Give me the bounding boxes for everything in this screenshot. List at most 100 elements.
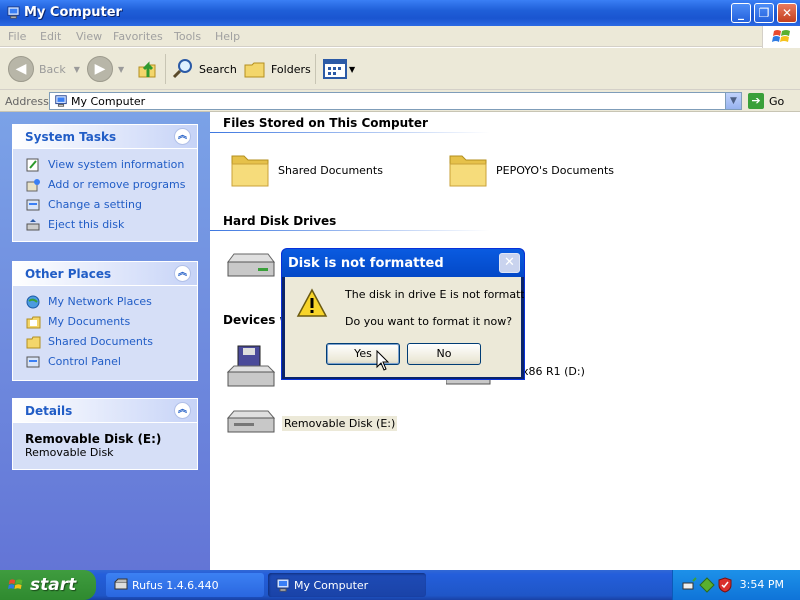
task-add-remove-programs[interactable]: Add or remove programs <box>13 175 197 195</box>
views-button[interactable]: ▼ <box>323 54 355 84</box>
up-arrow-folder-icon <box>138 61 156 78</box>
close-button[interactable]: ✕ <box>777 3 797 23</box>
forward-button[interactable]: ▶ ▼ <box>87 54 124 84</box>
views-dropdown-icon: ▼ <box>349 64 356 74</box>
my-computer-icon <box>276 578 290 592</box>
task-change-setting[interactable]: Change a setting <box>13 195 197 215</box>
address-label: Address <box>5 95 49 108</box>
dialog-message-line1: The disk in drive E is not formatted. <box>345 288 525 301</box>
other-places-header[interactable]: Other Places ︽ <box>13 262 197 286</box>
hard-disk-drive[interactable] <box>224 250 276 284</box>
warning-icon <box>296 288 328 317</box>
menu-edit[interactable]: Edit <box>40 30 61 43</box>
address-value: My Computer <box>71 95 146 108</box>
folder-icon <box>231 155 269 187</box>
taskbar: start Rufus 1.4.6.440 My Computer 3:54 P… <box>0 570 800 600</box>
section-files-stored: Files Stored on This Computer <box>223 116 428 130</box>
safely-remove-hardware-icon[interactable] <box>681 577 697 593</box>
other-places-panel: Other Places ︽ My Network Places My Docu… <box>12 261 198 381</box>
task-view-system-information[interactable]: View system information <box>13 155 197 175</box>
my-computer-icon <box>55 95 67 107</box>
clock[interactable]: 3:54 PM <box>740 578 784 591</box>
folders-button[interactable]: Folders <box>243 54 311 84</box>
menu-file[interactable]: File <box>8 30 26 43</box>
forward-arrow-icon: ▶ <box>87 56 113 82</box>
menu-help[interactable]: Help <box>215 30 240 43</box>
system-tray: 3:54 PM <box>672 570 800 600</box>
place-my-network-places[interactable]: My Network Places <box>13 292 197 312</box>
folder-user-documents[interactable]: PEPOYO's Documents <box>446 150 614 190</box>
menu-bar: File Edit View Favorites Tools Help <box>0 26 800 47</box>
task-pane: System Tasks ︽ View system information A… <box>0 112 210 570</box>
dialog-body: The disk in drive E is not formatted. Do… <box>285 277 524 377</box>
minimize-button[interactable]: _ <box>731 3 751 23</box>
windows-flag-icon <box>8 579 23 589</box>
folder-icon <box>449 155 487 187</box>
place-shared-documents[interactable]: Shared Documents <box>13 332 197 352</box>
menu-view[interactable]: View <box>76 30 102 43</box>
go-button[interactable]: ➔ Go <box>748 92 784 110</box>
back-dropdown-icon[interactable]: ▼ <box>74 65 80 74</box>
search-icon <box>172 59 192 79</box>
removable-disk-e[interactable]: Removable Disk (E:) <box>224 408 398 438</box>
folders-icon <box>244 62 265 78</box>
menu-favorites[interactable]: Favorites <box>113 30 163 43</box>
floppy-drive[interactable] <box>224 344 276 392</box>
search-button[interactable]: Search <box>171 54 237 84</box>
views-icon <box>323 59 347 79</box>
task-eject-disk[interactable]: Eject this disk <box>13 215 197 235</box>
details-header[interactable]: Details ︽ <box>13 399 197 423</box>
toolbar: ◀ Back ▼ ▶ ▼ Search Folders ▼ <box>0 48 800 90</box>
control-panel-icon <box>26 199 40 211</box>
dialog-message-line2: Do you want to format it now? <box>345 315 513 328</box>
go-arrow-icon: ➔ <box>748 93 764 109</box>
dialog-close-button[interactable]: ✕ <box>499 253 520 273</box>
window-title: My Computer <box>24 5 122 20</box>
eject-icon <box>26 219 40 231</box>
title-bar: My Computer _ ❐ ✕ <box>0 0 800 26</box>
address-bar: Address My Computer ▼ ➔ Go <box>0 90 800 112</box>
folder-icon <box>26 336 41 349</box>
place-my-documents[interactable]: My Documents <box>13 312 197 332</box>
system-info-icon <box>26 158 39 172</box>
dialog-title-bar: Disk is not formatted ✕ <box>282 249 524 277</box>
forward-dropdown-icon[interactable]: ▼ <box>118 65 124 74</box>
dialog-title: Disk is not formatted <box>288 256 444 271</box>
collapse-chevron-icon[interactable]: ︽ <box>174 265 191 282</box>
details-name: Removable Disk (E:) <box>25 432 162 446</box>
folder-shared-documents[interactable]: Shared Documents <box>228 150 383 190</box>
collapse-chevron-icon[interactable]: ︽ <box>174 128 191 145</box>
my-documents-icon <box>26 316 41 329</box>
up-folder-button[interactable] <box>135 54 159 84</box>
rufus-icon <box>114 578 128 590</box>
section-divider <box>210 132 490 133</box>
collapse-chevron-icon[interactable]: ︽ <box>174 402 191 419</box>
back-arrow-icon: ◀ <box>8 56 34 82</box>
mouse-cursor-icon <box>376 350 390 371</box>
address-dropdown-icon[interactable]: ▼ <box>725 93 741 109</box>
control-panel-icon <box>26 356 40 368</box>
back-button[interactable]: ◀ Back ▼ <box>8 54 80 84</box>
section-hard-disk-drives: Hard Disk Drives <box>223 214 337 228</box>
place-control-panel[interactable]: Control Panel <box>13 352 197 372</box>
network-places-icon <box>26 295 40 309</box>
system-tasks-panel: System Tasks ︽ View system information A… <box>12 124 198 242</box>
floppy-drive-icon <box>226 345 276 387</box>
add-remove-programs-icon <box>26 179 40 192</box>
start-button[interactable]: start <box>0 570 96 600</box>
system-tasks-header[interactable]: System Tasks ︽ <box>13 125 197 149</box>
taskbar-button-rufus[interactable]: Rufus 1.4.6.440 <box>106 573 264 597</box>
network-tray-icon[interactable] <box>699 577 715 593</box>
menu-tools[interactable]: Tools <box>174 30 201 43</box>
no-button[interactable]: No <box>407 343 481 365</box>
my-computer-icon <box>7 6 20 19</box>
address-input[interactable]: My Computer ▼ <box>49 92 742 110</box>
details-panel: Details ︽ Removable Disk (E:) Removable … <box>12 398 198 470</box>
security-shield-icon[interactable] <box>717 577 733 593</box>
windows-logo-icon <box>762 26 800 48</box>
format-disk-dialog: Disk is not formatted ✕ The disk in driv… <box>281 248 525 380</box>
maximize-button[interactable]: ❐ <box>754 3 774 23</box>
taskbar-button-my-computer[interactable]: My Computer <box>268 573 426 597</box>
removable-disk-icon <box>226 410 276 433</box>
details-type: Removable Disk <box>25 446 114 459</box>
